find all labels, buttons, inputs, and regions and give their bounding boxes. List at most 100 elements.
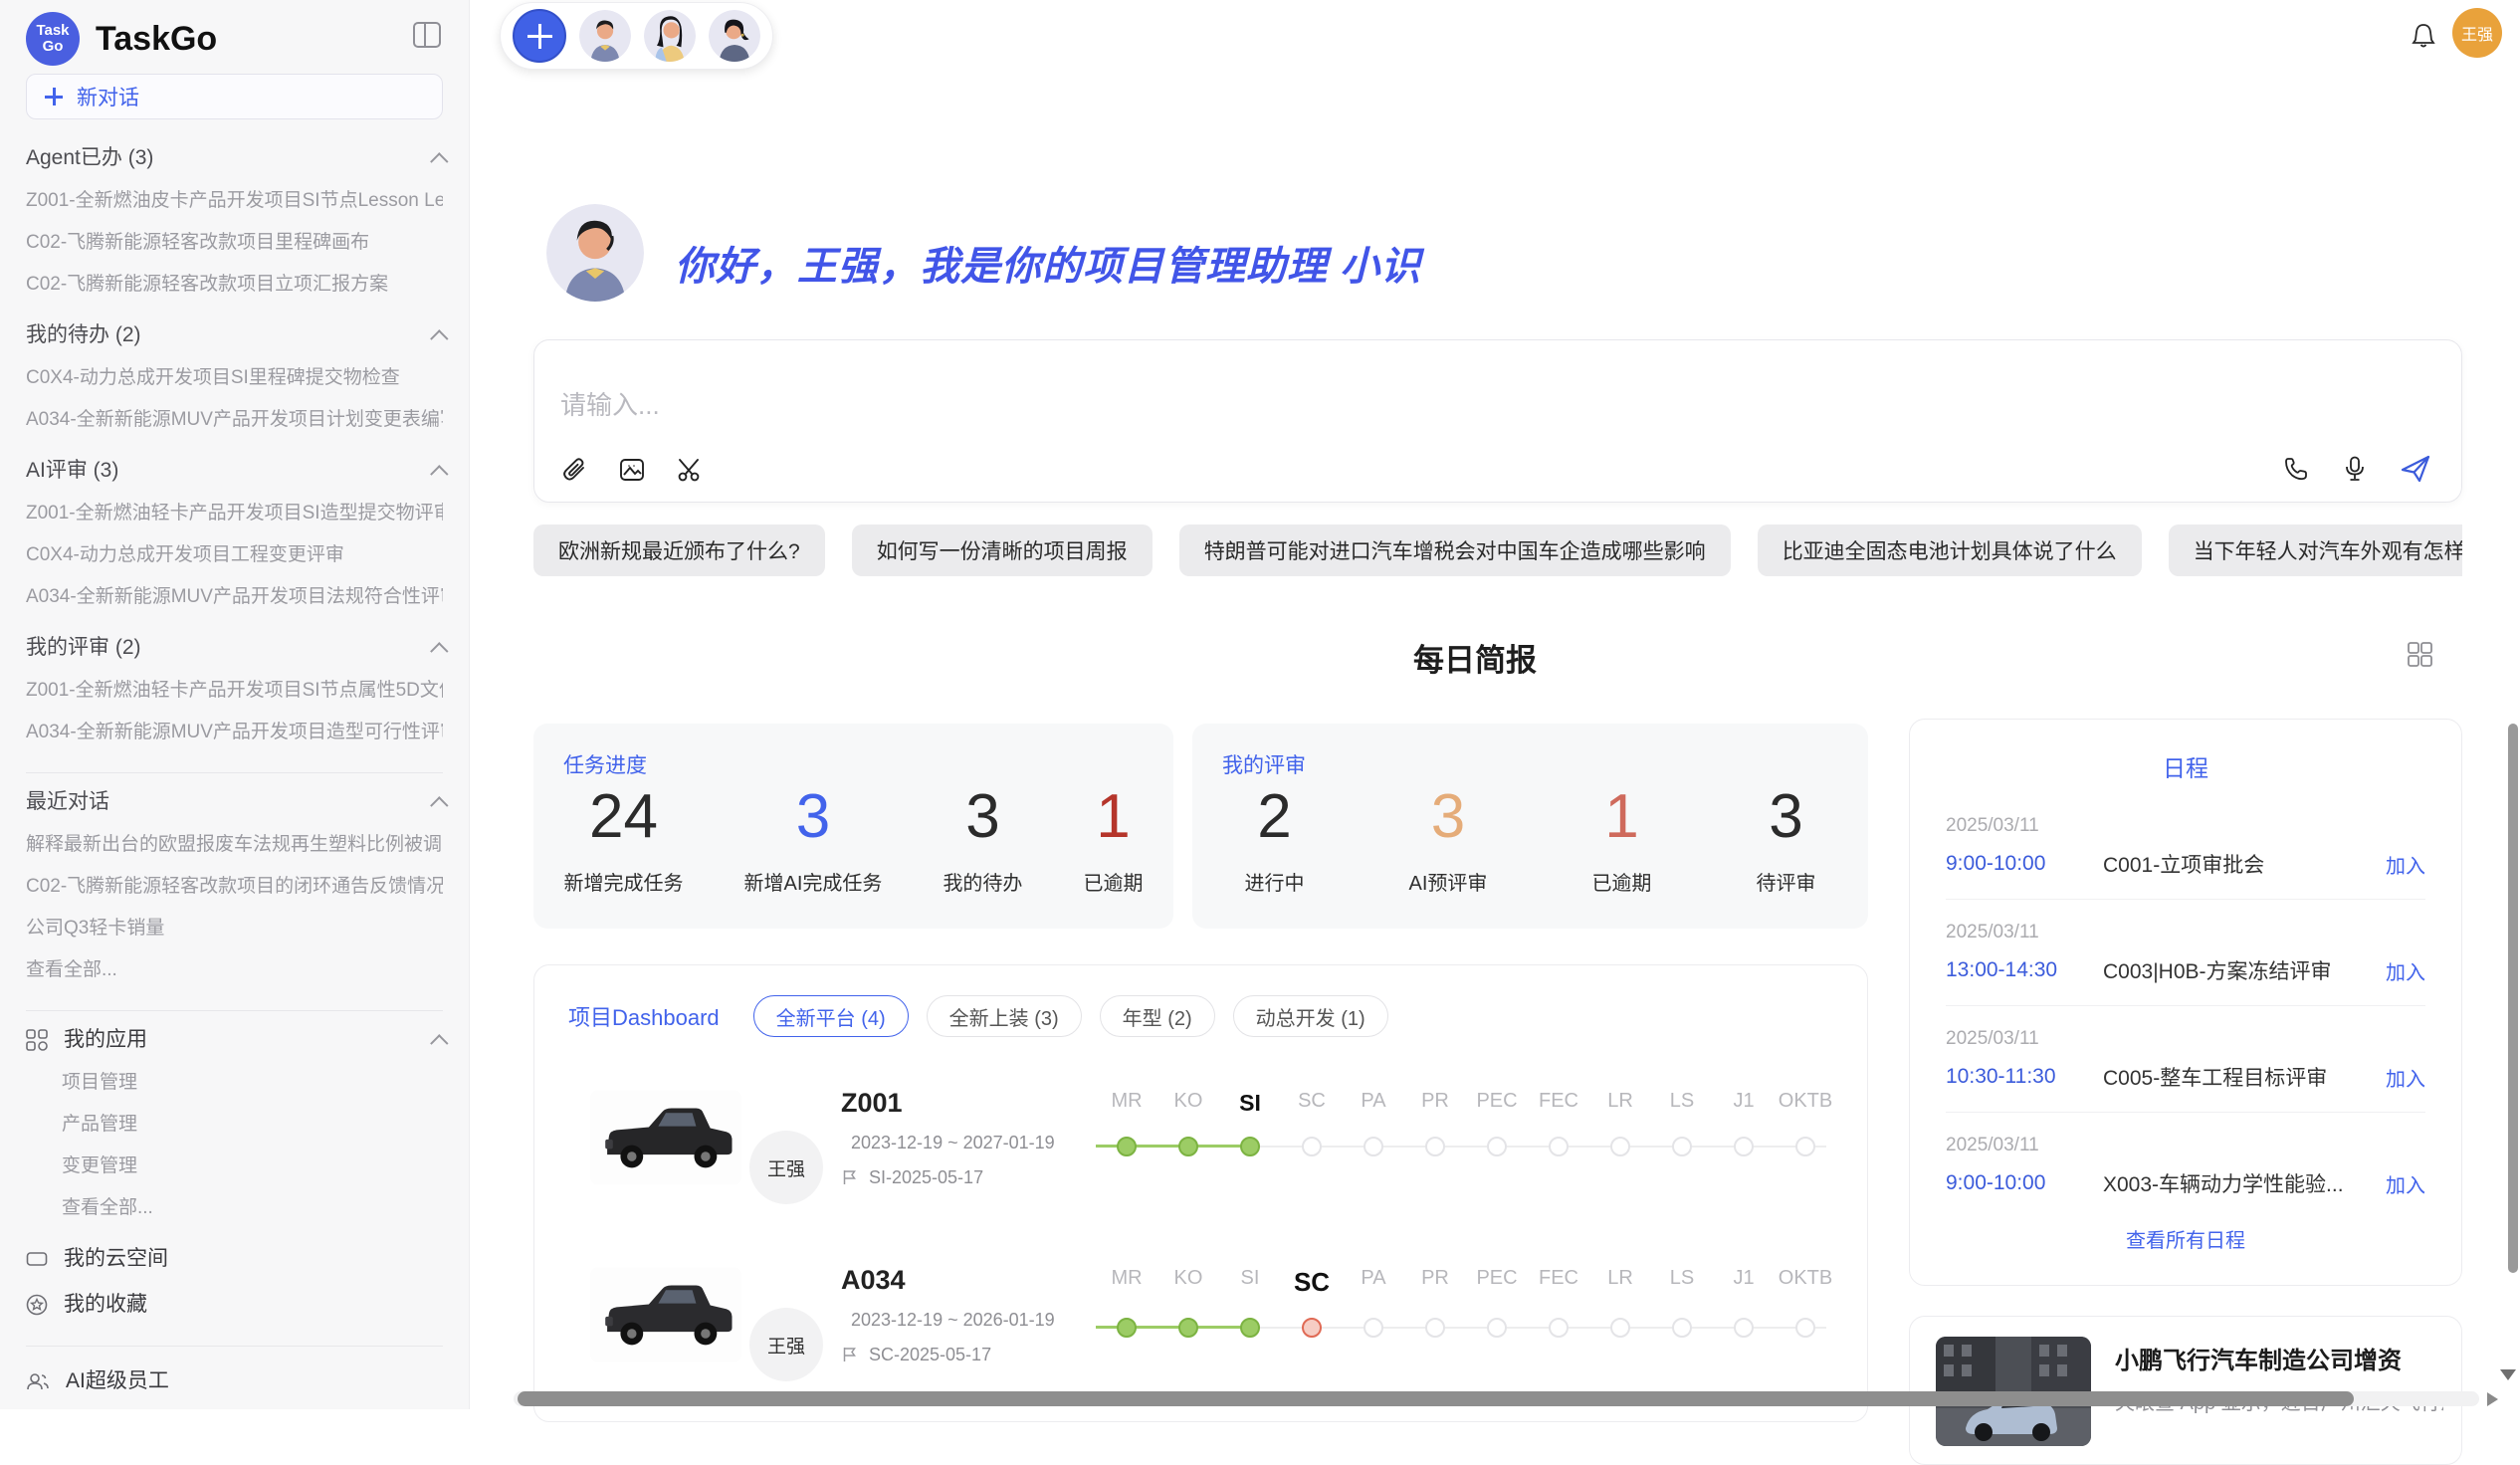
sidebar-item-favorites[interactable]: 我的收藏	[26, 1292, 443, 1318]
sidebar-item[interactable]: A034-全新新能源MUV产品开发项目造型可行性评审	[26, 721, 443, 744]
sidebar-item[interactable]: C02-飞腾新能源轻客改款项目立项汇报方案	[26, 273, 443, 297]
view-all-chats[interactable]: 查看全部...	[26, 958, 443, 982]
stat-label: 新增AI完成任务	[744, 867, 883, 896]
schedule-date: 2025/03/11	[1946, 815, 2425, 837]
view-all-apps[interactable]: 查看全部...	[26, 1196, 443, 1220]
recent-chat-item[interactable]: 解释最新出台的欧盟报废车法规再生塑料比例被调至15%...	[26, 833, 443, 857]
app-logo: Task Go	[26, 12, 80, 66]
chevron-up-icon	[430, 152, 448, 170]
favorites-icon	[26, 1294, 48, 1316]
filter-chip[interactable]: 年型 (2)	[1100, 995, 1215, 1037]
join-link[interactable]: 加入	[2386, 1063, 2425, 1092]
chat-input[interactable]	[560, 390, 2053, 421]
attachment-icon[interactable]	[560, 456, 588, 484]
section-title: 我的待办 (2)	[26, 322, 141, 348]
avatar[interactable]	[709, 10, 760, 62]
milestone-dot	[1487, 1137, 1507, 1156]
sidebar-item[interactable]: A034-全新新能源MUV产品开发项目计划变更表编写	[26, 408, 443, 432]
suggestion-chip[interactable]: 特朗普可能对进口汽车增税会对中国车企造成哪些影响	[1179, 524, 1731, 576]
app-link-product[interactable]: 产品管理	[26, 1113, 443, 1137]
milestone-label: KO	[1157, 1267, 1219, 1298]
sidebar-item[interactable]: C0X4-动力总成开发项目SI里程碑提交物检查	[26, 366, 443, 390]
milestone-label: PR	[1404, 1267, 1466, 1298]
app-link-project[interactable]: 项目管理	[26, 1071, 443, 1095]
filter-chip[interactable]: 全新上装 (3)	[927, 995, 1082, 1037]
stat-label: 进行中	[1245, 867, 1305, 896]
project-owner-badge: 王强	[749, 1308, 823, 1381]
milestone-dot	[1610, 1137, 1630, 1156]
project-dates-text: 2023-12-19 ~ 2026-01-19	[851, 1310, 1055, 1331]
user-avatar[interactable]: 王强	[2452, 8, 2502, 58]
notifications-bell-icon[interactable]	[2409, 21, 2438, 51]
stat-overdue: 1 已逾期	[1083, 785, 1143, 896]
section-agent-done[interactable]: Agent已办 (3)	[26, 145, 443, 171]
project-image	[590, 1267, 741, 1362]
schedule-entry: 2025/03/11 9:00-10:00 X003-车辆动力学性能验... 加…	[1910, 1113, 2461, 1198]
sidebar-item[interactable]: Z001-全新燃油轻卡产品开发项目SI造型提交物评审	[26, 502, 443, 525]
microphone-icon[interactable]	[2342, 455, 2368, 483]
view-all-schedule-link[interactable]: 查看所有日程	[1910, 1224, 2461, 1253]
sidebar-item-ai-staff[interactable]: AI超级员工	[26, 1368, 443, 1394]
avatar[interactable]	[644, 10, 696, 62]
sidebar-item[interactable]: A034-全新新能源MUV产品开发项目法规符合性评审	[26, 585, 443, 609]
project-row[interactable]: 王强 Z001 2023-12-19 ~ 2027-01-19 SI-2025-…	[590, 1073, 1867, 1202]
layout-grid-icon[interactable]	[2407, 641, 2433, 673]
milestone-label: LS	[1651, 1090, 1713, 1117]
project-row[interactable]: 王强 A034 2023-12-19 ~ 2026-01-19 SC-2025-…	[590, 1250, 1867, 1379]
app-link-change[interactable]: 变更管理	[26, 1154, 443, 1178]
scroll-right-arrow[interactable]	[2487, 1392, 2498, 1406]
scroll-down-arrow[interactable]	[2500, 1369, 2516, 1380]
section-ai-review[interactable]: AI评审 (3)	[26, 458, 443, 484]
section-recent-chats[interactable]: 最近对话	[26, 789, 443, 815]
section-my-review[interactable]: 我的评审 (2)	[26, 635, 443, 661]
section-my-todo[interactable]: 我的待办 (2)	[26, 322, 443, 348]
filter-chip[interactable]: 动总开发 (1)	[1233, 995, 1388, 1037]
horizontal-scrollbar-thumb[interactable]	[518, 1391, 2354, 1406]
chat-input-card	[533, 339, 2462, 503]
avatar[interactable]	[579, 10, 631, 62]
sidebar-item[interactable]: C02-飞腾新能源轻客改款项目里程碑画布	[26, 231, 443, 255]
section-title: Agent已办 (3)	[26, 145, 153, 171]
recent-chat-item[interactable]: C02-飞腾新能源轻客改款项目的闭环通告反馈情况	[26, 875, 443, 899]
daily-briefing-title: 每日简报	[470, 635, 2480, 680]
news-title: 小鹏飞行汽车制造公司增资	[2115, 1341, 2402, 1375]
milestone-label: MR	[1096, 1090, 1157, 1117]
send-icon[interactable]	[2400, 454, 2431, 484]
horizontal-scrollbar[interactable]	[514, 1391, 2479, 1406]
sidebar-item[interactable]: Z001-全新燃油皮卡产品开发项目SI节点Lesson Learn报告	[26, 189, 443, 213]
sidebar-item[interactable]: Z001-全新燃油轻卡产品开发项目SI节点属性5D文件评审	[26, 679, 443, 703]
chevron-up-icon	[430, 1034, 448, 1052]
suggestion-chip[interactable]: 比亚迪全固态电池计划具体说了什么	[1758, 524, 2142, 576]
join-link[interactable]: 加入	[2386, 1169, 2425, 1198]
add-member-button[interactable]	[513, 9, 566, 63]
milestone-dot	[1364, 1137, 1383, 1156]
milestone-label: J1	[1713, 1090, 1775, 1117]
new-chat-button[interactable]: 新对话	[26, 74, 443, 119]
milestone-dot	[1549, 1318, 1569, 1338]
vertical-scrollbar-thumb[interactable]	[2508, 724, 2518, 1273]
logo-line1: Task	[36, 23, 69, 39]
join-link[interactable]: 加入	[2386, 850, 2425, 879]
sidebar-item-cloud[interactable]: 我的云空间	[26, 1246, 443, 1272]
section-my-apps[interactable]: 我的应用	[26, 1027, 443, 1053]
image-icon[interactable]	[618, 456, 646, 484]
milestone-label: SC	[1281, 1090, 1343, 1117]
suggestion-chip[interactable]: 当下年轻人对汽车外观有怎样的喜好趋势	[2169, 524, 2462, 576]
scissors-icon[interactable]	[676, 456, 704, 484]
avatar-man-icon	[579, 10, 631, 62]
stat-label: 新增完成任务	[564, 867, 684, 896]
filter-chip[interactable]: 全新平台 (4)	[753, 995, 909, 1037]
ai-staff-label: AI超级员工	[66, 1368, 169, 1394]
suggestion-chip[interactable]: 欧洲新规最近颁布了什么?	[533, 524, 825, 576]
join-link[interactable]: 加入	[2386, 956, 2425, 985]
milestone-label: MR	[1096, 1267, 1157, 1298]
suggestion-chip[interactable]: 如何写一份清晰的项目周报	[852, 524, 1153, 576]
sidebar-collapse-icon[interactable]	[413, 22, 441, 48]
news-card[interactable]: 小鹏飞行汽车制造公司增资 天眼查 App 显示，近日广州汇天飞行汽...	[1909, 1316, 2462, 1465]
milestone-dot	[1117, 1318, 1137, 1338]
sidebar-item[interactable]: C0X4-动力总成开发项目工程变更评审	[26, 543, 443, 567]
project-dates: 2023-12-19 ~ 2026-01-19	[841, 1310, 1040, 1331]
phone-call-icon[interactable]	[2282, 455, 2310, 483]
recent-chat-item[interactable]: 公司Q3轻卡销量	[26, 917, 443, 941]
milestone-label: LS	[1651, 1267, 1713, 1298]
